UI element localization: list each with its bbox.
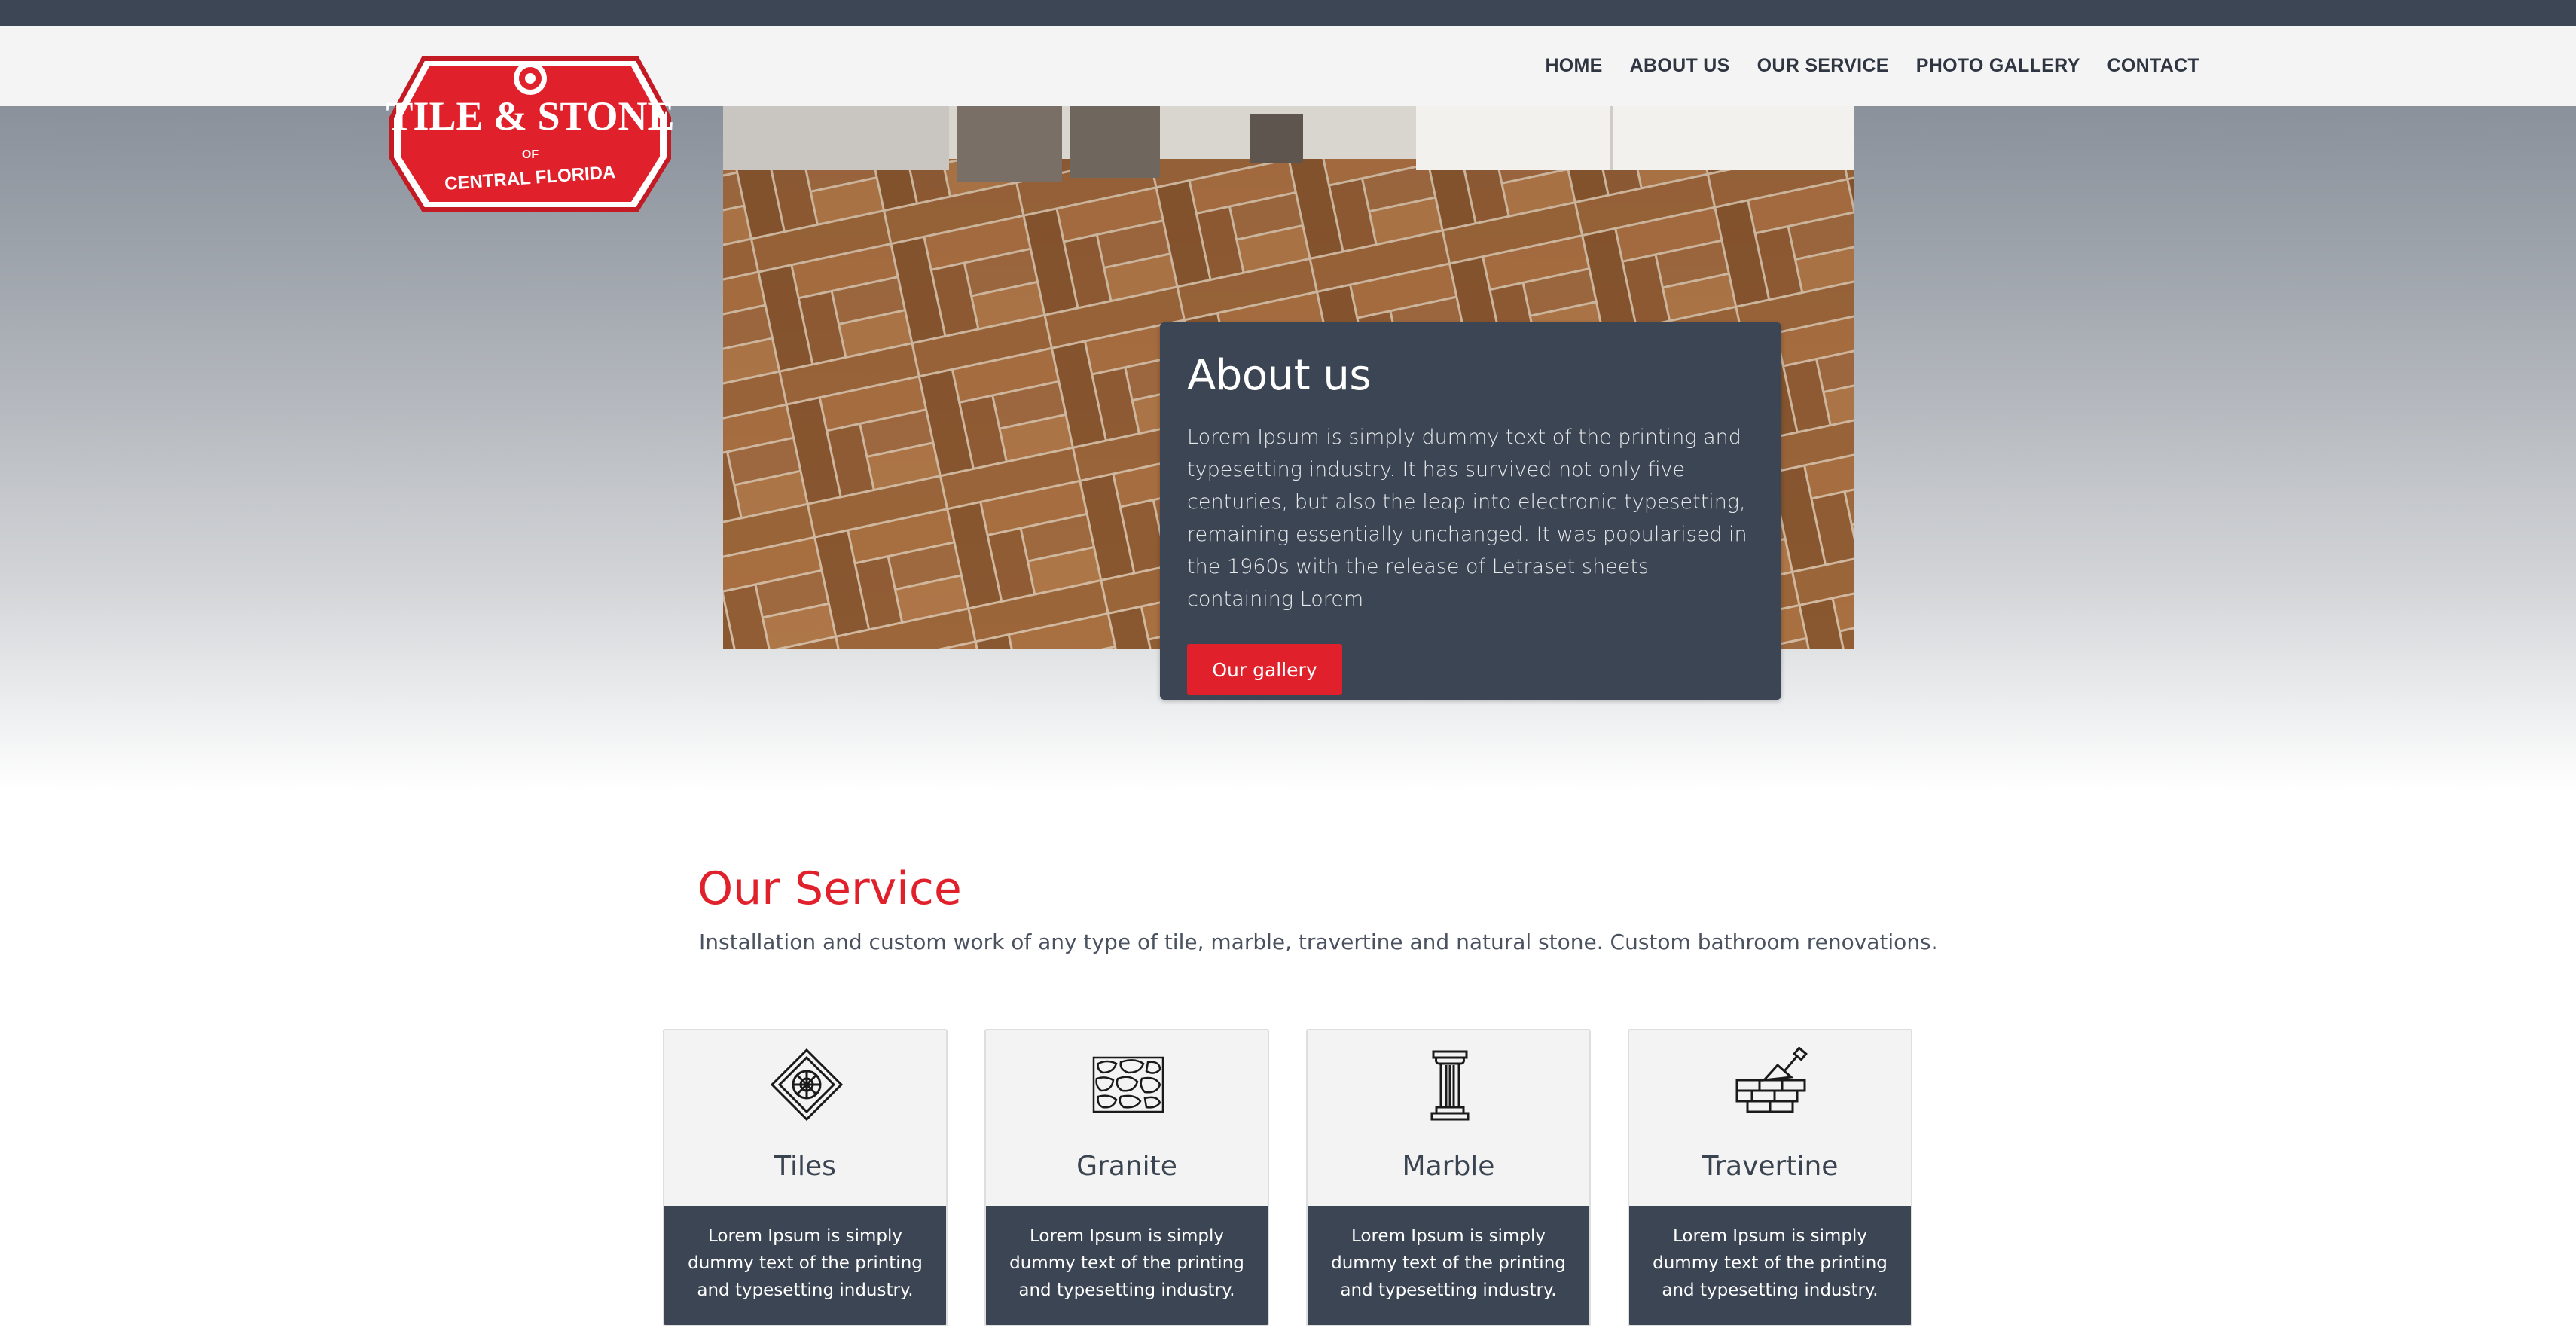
logo-of: OF (522, 148, 539, 161)
card-title: Marble (1402, 1151, 1495, 1182)
nav-our-service[interactable]: OUR SERVICE (1757, 55, 1889, 77)
card-title: Tiles (774, 1151, 836, 1182)
service-card-tiles[interactable]: Tiles Lorem Ipsum is simply dummy text o… (663, 1029, 948, 1326)
card-title: Granite (1076, 1151, 1177, 1182)
about-title: About us (1187, 351, 1372, 400)
tile-icon (770, 1048, 844, 1122)
card-description: Lorem Ipsum is simply dummy text of the … (1629, 1206, 1911, 1325)
service-card-travertine[interactable]: Travertine Lorem Ipsum is simply dummy t… (1628, 1029, 1912, 1326)
card-description: Lorem Ipsum is simply dummy text of the … (986, 1206, 1268, 1325)
service-card-granite[interactable]: Granite Lorem Ipsum is simply dummy text… (984, 1029, 1269, 1326)
service-title: Our Service (697, 862, 962, 915)
nav-photo-gallery[interactable]: PHOTO GALLERY (1916, 55, 2080, 77)
nav-about-us[interactable]: ABOUT US (1630, 55, 1730, 77)
top-strip (0, 0, 2576, 26)
nav-home[interactable]: HOME (1545, 55, 1602, 77)
nav-contact[interactable]: CONTACT (2107, 55, 2199, 77)
about-text: Lorem Ipsum is simply dummy text of the … (1187, 426, 1747, 611)
column-icon (1430, 1050, 1470, 1121)
service-card-marble[interactable]: Marble Lorem Ipsum is simply dummy text … (1306, 1029, 1591, 1326)
site-logo[interactable]: TILE & STONE OF CENTRAL FLORIDA (386, 45, 675, 223)
about-card: About us Lorem Ipsum is simply dummy tex… (1160, 322, 1781, 700)
card-title: Travertine (1702, 1151, 1839, 1182)
service-subtitle: Installation and custom work of any type… (699, 929, 1938, 954)
service-cards: Tiles Lorem Ipsum is simply dummy text o… (663, 1029, 1912, 1326)
our-gallery-button[interactable]: Our gallery (1187, 644, 1342, 695)
brick-trowel-icon (1735, 1047, 1808, 1113)
card-description: Lorem Ipsum is simply dummy text of the … (1308, 1206, 1589, 1325)
granite-icon (1092, 1056, 1164, 1113)
main-nav: HOME ABOUT US OUR SERVICE PHOTO GALLERY … (1545, 26, 2199, 106)
logo-title: TILE & STONE (386, 93, 674, 139)
card-description: Lorem Ipsum is simply dummy text of the … (664, 1206, 946, 1325)
